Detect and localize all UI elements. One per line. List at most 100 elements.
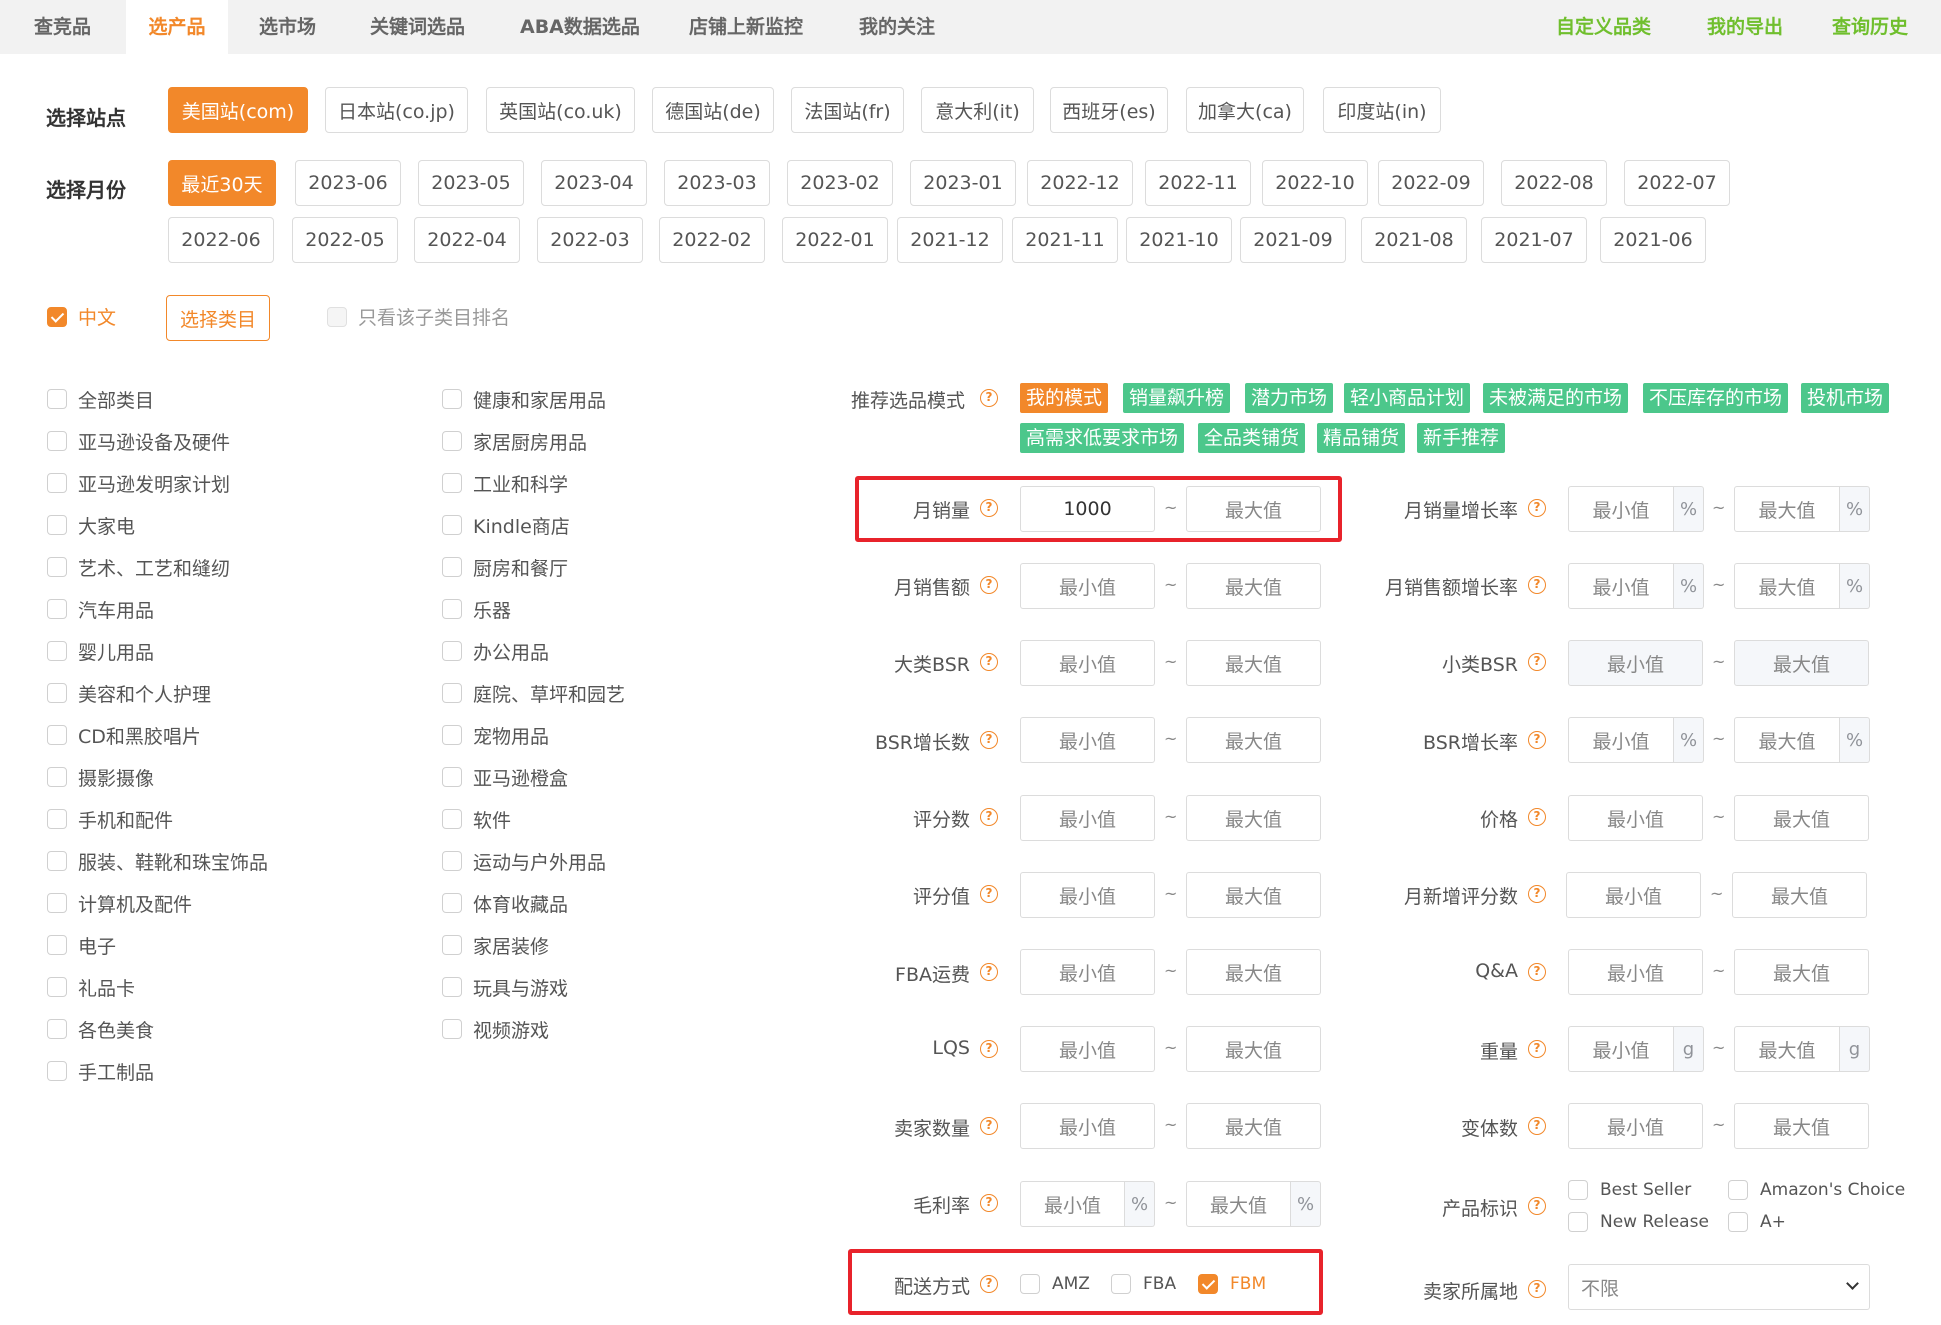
month-option[interactable]: 2022-01 [782,217,888,263]
qa-min-input[interactable]: 最小值 [1568,949,1703,995]
badge-new-release-checkbox[interactable] [1568,1212,1588,1232]
seller-count-min-input[interactable]: 最小值 [1020,1103,1155,1149]
tab-select-products[interactable]: 选产品 [126,0,228,54]
month-last-30[interactable]: 最近30天 [168,160,276,206]
bsr-growth-rate-min-input[interactable]: 最小值 [1568,717,1674,763]
gross-margin-min-input[interactable]: 最小值 [1020,1181,1125,1227]
monthly-sales-growth-min-input[interactable]: 最小值 [1568,486,1674,532]
lqs-min-input[interactable]: 最小值 [1020,1026,1155,1072]
month-option[interactable]: 2022-08 [1501,160,1607,206]
weight-min-input[interactable]: 最小值 [1568,1026,1674,1072]
tab-select-market[interactable]: 选市场 [259,0,316,54]
bsr-growth-rate-max-input[interactable]: 最大值 [1734,717,1840,763]
monthly-new-ratings-min-input[interactable]: 最小值 [1566,872,1701,918]
help-icon[interactable]: ? [980,808,998,826]
category-checkbox[interactable] [47,1061,67,1081]
help-icon[interactable]: ? [1528,1040,1546,1058]
help-icon[interactable]: ? [980,653,998,671]
monthly-sales-growth-max-input[interactable]: 最大值 [1734,486,1840,532]
help-icon[interactable]: ? [980,389,998,407]
monthly-revenue-min-input[interactable]: 最小值 [1020,563,1155,609]
help-icon[interactable]: ? [1528,576,1546,594]
category-checkbox[interactable] [47,515,67,535]
price-max-input[interactable]: 最大值 [1734,795,1869,841]
category-checkbox[interactable] [47,641,67,661]
recommend-tag[interactable]: 潜力市场 [1245,383,1334,413]
help-icon[interactable]: ? [1528,653,1546,671]
help-icon[interactable]: ? [1528,731,1546,749]
help-icon[interactable]: ? [980,1117,998,1135]
bsr-growth-count-max-input[interactable]: 最大值 [1186,717,1321,763]
rating-count-max-input[interactable]: 最大值 [1186,795,1321,841]
choose-category-button[interactable]: 选择类目 [166,295,270,341]
fba-fee-min-input[interactable]: 最小值 [1020,949,1155,995]
recommend-tag[interactable]: 未被满足的市场 [1483,383,1629,413]
help-icon[interactable]: ? [980,576,998,594]
category-checkbox[interactable] [47,893,67,913]
recommend-tag[interactable]: 高需求低要求市场 [1020,423,1185,453]
category-checkbox[interactable] [47,599,67,619]
seller-location-select[interactable]: 不限 [1568,1264,1870,1310]
category-checkbox[interactable] [442,683,462,703]
sub-bsr-min-input[interactable]: 最小值 [1568,640,1703,686]
category-checkbox[interactable] [47,557,67,577]
rating-count-min-input[interactable]: 最小值 [1020,795,1155,841]
recommend-tag[interactable]: 精品铺货 [1317,423,1406,453]
category-checkbox[interactable] [47,389,67,409]
help-icon[interactable]: ? [1528,885,1546,903]
month-option[interactable]: 2022-07 [1624,160,1730,206]
qa-max-input[interactable]: 最大值 [1734,949,1869,995]
price-min-input[interactable]: 最小值 [1568,795,1703,841]
badge-best-seller-checkbox[interactable] [1568,1180,1588,1200]
category-checkbox[interactable] [442,725,462,745]
help-icon[interactable]: ? [1528,499,1546,517]
badge-amazons-choice-checkbox[interactable] [1728,1180,1748,1200]
category-checkbox[interactable] [442,641,462,661]
seller-count-max-input[interactable]: 最大值 [1186,1103,1321,1149]
category-checkbox[interactable] [442,893,462,913]
category-checkbox[interactable] [47,851,67,871]
month-option[interactable]: 2021-10 [1126,217,1232,263]
my-export-link[interactable]: 我的导出 [1707,0,1783,54]
help-icon[interactable]: ? [1528,963,1546,981]
help-icon[interactable]: ? [980,885,998,903]
gross-margin-max-input[interactable]: 最大值 [1186,1181,1291,1227]
month-option[interactable]: 2021-06 [1600,217,1706,263]
month-option[interactable]: 2022-05 [292,217,398,263]
month-option[interactable]: 2021-07 [1481,217,1587,263]
query-history-link[interactable]: 查询历史 [1832,0,1908,54]
category-checkbox[interactable] [47,683,67,703]
category-checkbox[interactable] [47,809,67,829]
recommend-tag-my-mode[interactable]: 我的模式 [1020,383,1109,413]
month-option[interactable]: 2021-08 [1361,217,1467,263]
station-es[interactable]: 西班牙(es) [1050,87,1168,133]
category-checkbox[interactable] [47,431,67,451]
help-icon[interactable]: ? [980,1194,998,1212]
category-checkbox[interactable] [442,473,462,493]
monthly-revenue-growth-min-input[interactable]: 最小值 [1568,563,1674,609]
station-it[interactable]: 意大利(it) [921,87,1034,133]
month-option[interactable]: 2021-12 [897,217,1003,263]
category-checkbox[interactable] [442,851,462,871]
month-option[interactable]: 2022-04 [414,217,520,263]
station-uk[interactable]: 英国站(co.uk) [486,87,635,133]
fba-fee-max-input[interactable]: 最大值 [1186,949,1321,995]
month-option[interactable]: 2021-09 [1240,217,1346,263]
station-in[interactable]: 印度站(in) [1323,87,1441,133]
category-checkbox[interactable] [442,977,462,997]
help-icon[interactable]: ? [1528,1197,1546,1215]
month-option[interactable]: 2022-10 [1262,160,1368,206]
station-ca[interactable]: 加拿大(ca) [1186,87,1304,133]
category-checkbox[interactable] [442,389,462,409]
subcat-only-checkbox[interactable] [327,307,347,327]
station-de[interactable]: 德国站(de) [652,87,774,133]
tab-compare-products[interactable]: 查竞品 [34,0,91,54]
category-checkbox[interactable] [442,431,462,451]
station-jp[interactable]: 日本站(co.jp) [325,87,468,133]
category-checkbox[interactable] [442,1019,462,1039]
recommend-tag[interactable]: 全品类铺货 [1198,423,1306,453]
tab-store-new-monitor[interactable]: 店铺上新监控 [689,0,803,54]
help-icon[interactable]: ? [980,963,998,981]
help-icon[interactable]: ? [1528,808,1546,826]
month-option[interactable]: 2022-06 [168,217,274,263]
